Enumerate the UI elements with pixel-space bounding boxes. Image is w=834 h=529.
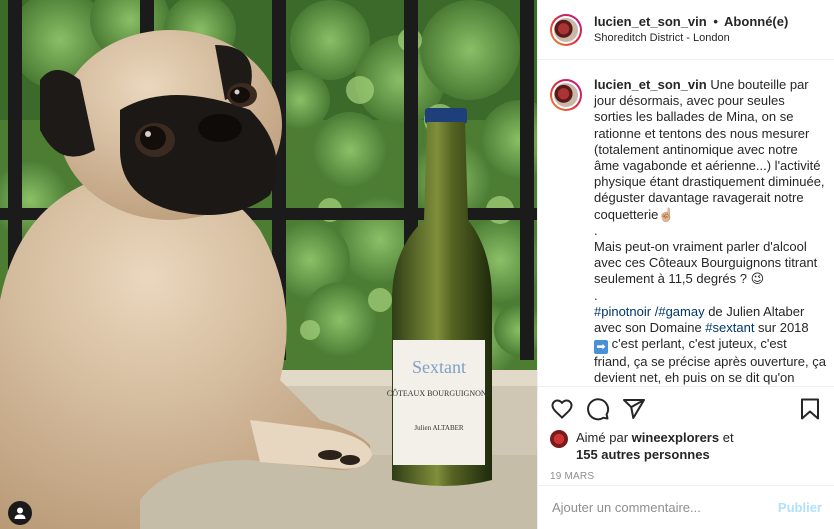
caption-line-4: .	[594, 287, 598, 303]
share-icon	[623, 399, 645, 419]
comment-button[interactable]	[586, 395, 614, 423]
header-username[interactable]: lucien_et_son_vin	[594, 14, 707, 29]
caption-year-text: sur 2018	[754, 320, 809, 336]
hashtag-pinotnoir[interactable]: #pinotnoir	[594, 304, 651, 319]
post-side-panel: lucien_et_son_vin • Abonné(e) Shoreditch…	[537, 0, 834, 529]
post-date[interactable]: 19 MARS	[550, 471, 822, 482]
caption-avatar[interactable]	[550, 79, 582, 111]
pug-with-wine-photo: Sextant CÔTEAUX BOURGUIGNONS Julien ALTA…	[0, 0, 537, 529]
caption-username[interactable]: lucien_et_son_vin	[594, 77, 707, 92]
avatar[interactable]	[550, 13, 582, 46]
svg-text:Julien ALTABER: Julien ALTABER	[414, 424, 463, 432]
hashtag-gamay[interactable]: #gamay	[658, 304, 704, 319]
post-photo[interactable]: Sextant CÔTEAUX BOURGUIGNONS Julien ALTA…	[0, 0, 537, 529]
publish-button[interactable]: Publier	[778, 500, 822, 515]
caption-line-1: Une bouteille par jour désormais, avec p…	[594, 77, 829, 222]
caption-line-3: Mais peut-on vraiment parler d'alcool av…	[594, 239, 821, 287]
post-actions: Aimé par wineexplorers et 155 autres per…	[538, 386, 834, 482]
heart-icon	[551, 399, 573, 419]
liker-avatar[interactable]	[550, 430, 568, 448]
user-tag-icon	[14, 507, 26, 519]
svg-text:Sextant: Sextant	[412, 357, 466, 377]
share-button[interactable]	[622, 395, 650, 423]
location-link[interactable]: Shoreditch District - London	[594, 30, 788, 46]
likes-summary: Aimé par wineexplorers et 155 autres per…	[550, 429, 822, 463]
caption-tasting-text: c'est perlant, c'est juteux, c'est frian…	[594, 336, 830, 385]
comment-icon	[587, 398, 610, 421]
likes-prefix: Aimé par	[576, 430, 629, 445]
save-button[interactable]	[794, 395, 822, 423]
likes-others-link[interactable]: 155 autres personnes	[576, 447, 710, 462]
likes-and: et	[722, 430, 734, 445]
caption-line-2: .	[594, 222, 598, 238]
like-button[interactable]	[550, 395, 578, 423]
caption-section: lucien_et_son_vin Une bouteille par jour…	[538, 61, 834, 385]
caption-text: lucien_et_son_vin Une bouteille par jour…	[594, 77, 826, 385]
header-separator: •	[713, 13, 718, 29]
comment-input[interactable]	[552, 500, 778, 515]
follow-status[interactable]: Abonné(e)	[724, 14, 788, 29]
liker-username[interactable]: wineexplorers	[632, 430, 719, 445]
svg-text:CÔTEAUX BOURGUIGNONS: CÔTEAUX BOURGUIGNONS	[387, 388, 491, 398]
hashtag-sextant[interactable]: #sextant	[705, 320, 754, 335]
arrow-right-icon: ➡	[594, 340, 608, 355]
bookmark-icon	[801, 398, 819, 420]
add-comment-bar: Publier	[538, 485, 834, 529]
post-header: lucien_et_son_vin • Abonné(e) Shoreditch…	[538, 0, 834, 60]
user-tag-button[interactable]	[8, 501, 32, 525]
